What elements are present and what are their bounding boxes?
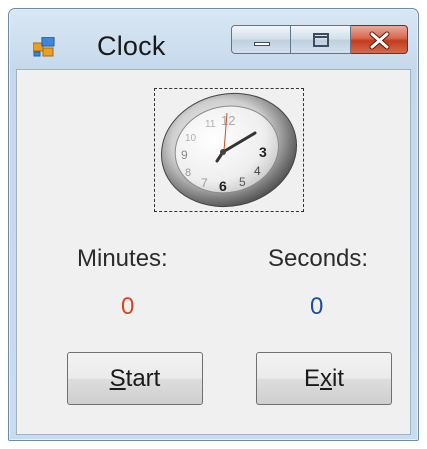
svg-text:3: 3 bbox=[259, 144, 267, 160]
window-title: Clock bbox=[97, 31, 166, 61]
maximize-icon bbox=[313, 33, 329, 47]
start-button[interactable]: Start bbox=[67, 352, 203, 405]
minutes-value: 0 bbox=[121, 293, 135, 320]
exit-mnemonic: x bbox=[320, 364, 332, 392]
form-client-area: 12 11 10 9 8 7 6 5 4 3 Minutes: Seconds:… bbox=[16, 69, 411, 435]
svg-text:7: 7 bbox=[201, 176, 208, 190]
svg-text:5: 5 bbox=[239, 175, 246, 189]
start-mnemonic: S bbox=[109, 364, 126, 392]
svg-text:6: 6 bbox=[219, 178, 227, 194]
minimize-button[interactable] bbox=[231, 25, 291, 54]
app-icon bbox=[32, 36, 55, 57]
exit-button[interactable]: Ex it bbox=[256, 352, 392, 405]
exit-label-pre: E bbox=[303, 364, 320, 392]
svg-text:10: 10 bbox=[185, 133, 197, 144]
svg-text:11: 11 bbox=[205, 119, 216, 130]
maximize-button[interactable] bbox=[291, 25, 351, 54]
svg-text:9: 9 bbox=[181, 148, 188, 162]
title-bar[interactable]: Clock bbox=[9, 9, 418, 69]
clock-window: Clock 12 11 10 9 8 7 6 5 4 3 Minutes: Se… bbox=[8, 8, 419, 441]
clock-picturebox: 12 11 10 9 8 7 6 5 4 3 bbox=[154, 88, 304, 212]
close-button[interactable] bbox=[351, 25, 408, 54]
seconds-label: Seconds: bbox=[268, 245, 369, 272]
minimize-icon bbox=[254, 42, 270, 46]
seconds-value: 0 bbox=[310, 293, 324, 320]
exit-label-rest: it bbox=[332, 364, 344, 392]
svg-text:8: 8 bbox=[185, 167, 191, 179]
svg-text:4: 4 bbox=[254, 164, 261, 178]
svg-text:12: 12 bbox=[221, 113, 235, 128]
minutes-label: Minutes: bbox=[77, 245, 168, 272]
close-icon bbox=[369, 31, 390, 50]
analog-clock-icon: 12 11 10 9 8 7 6 5 4 3 bbox=[160, 92, 298, 208]
start-label-rest: tart bbox=[125, 364, 161, 392]
